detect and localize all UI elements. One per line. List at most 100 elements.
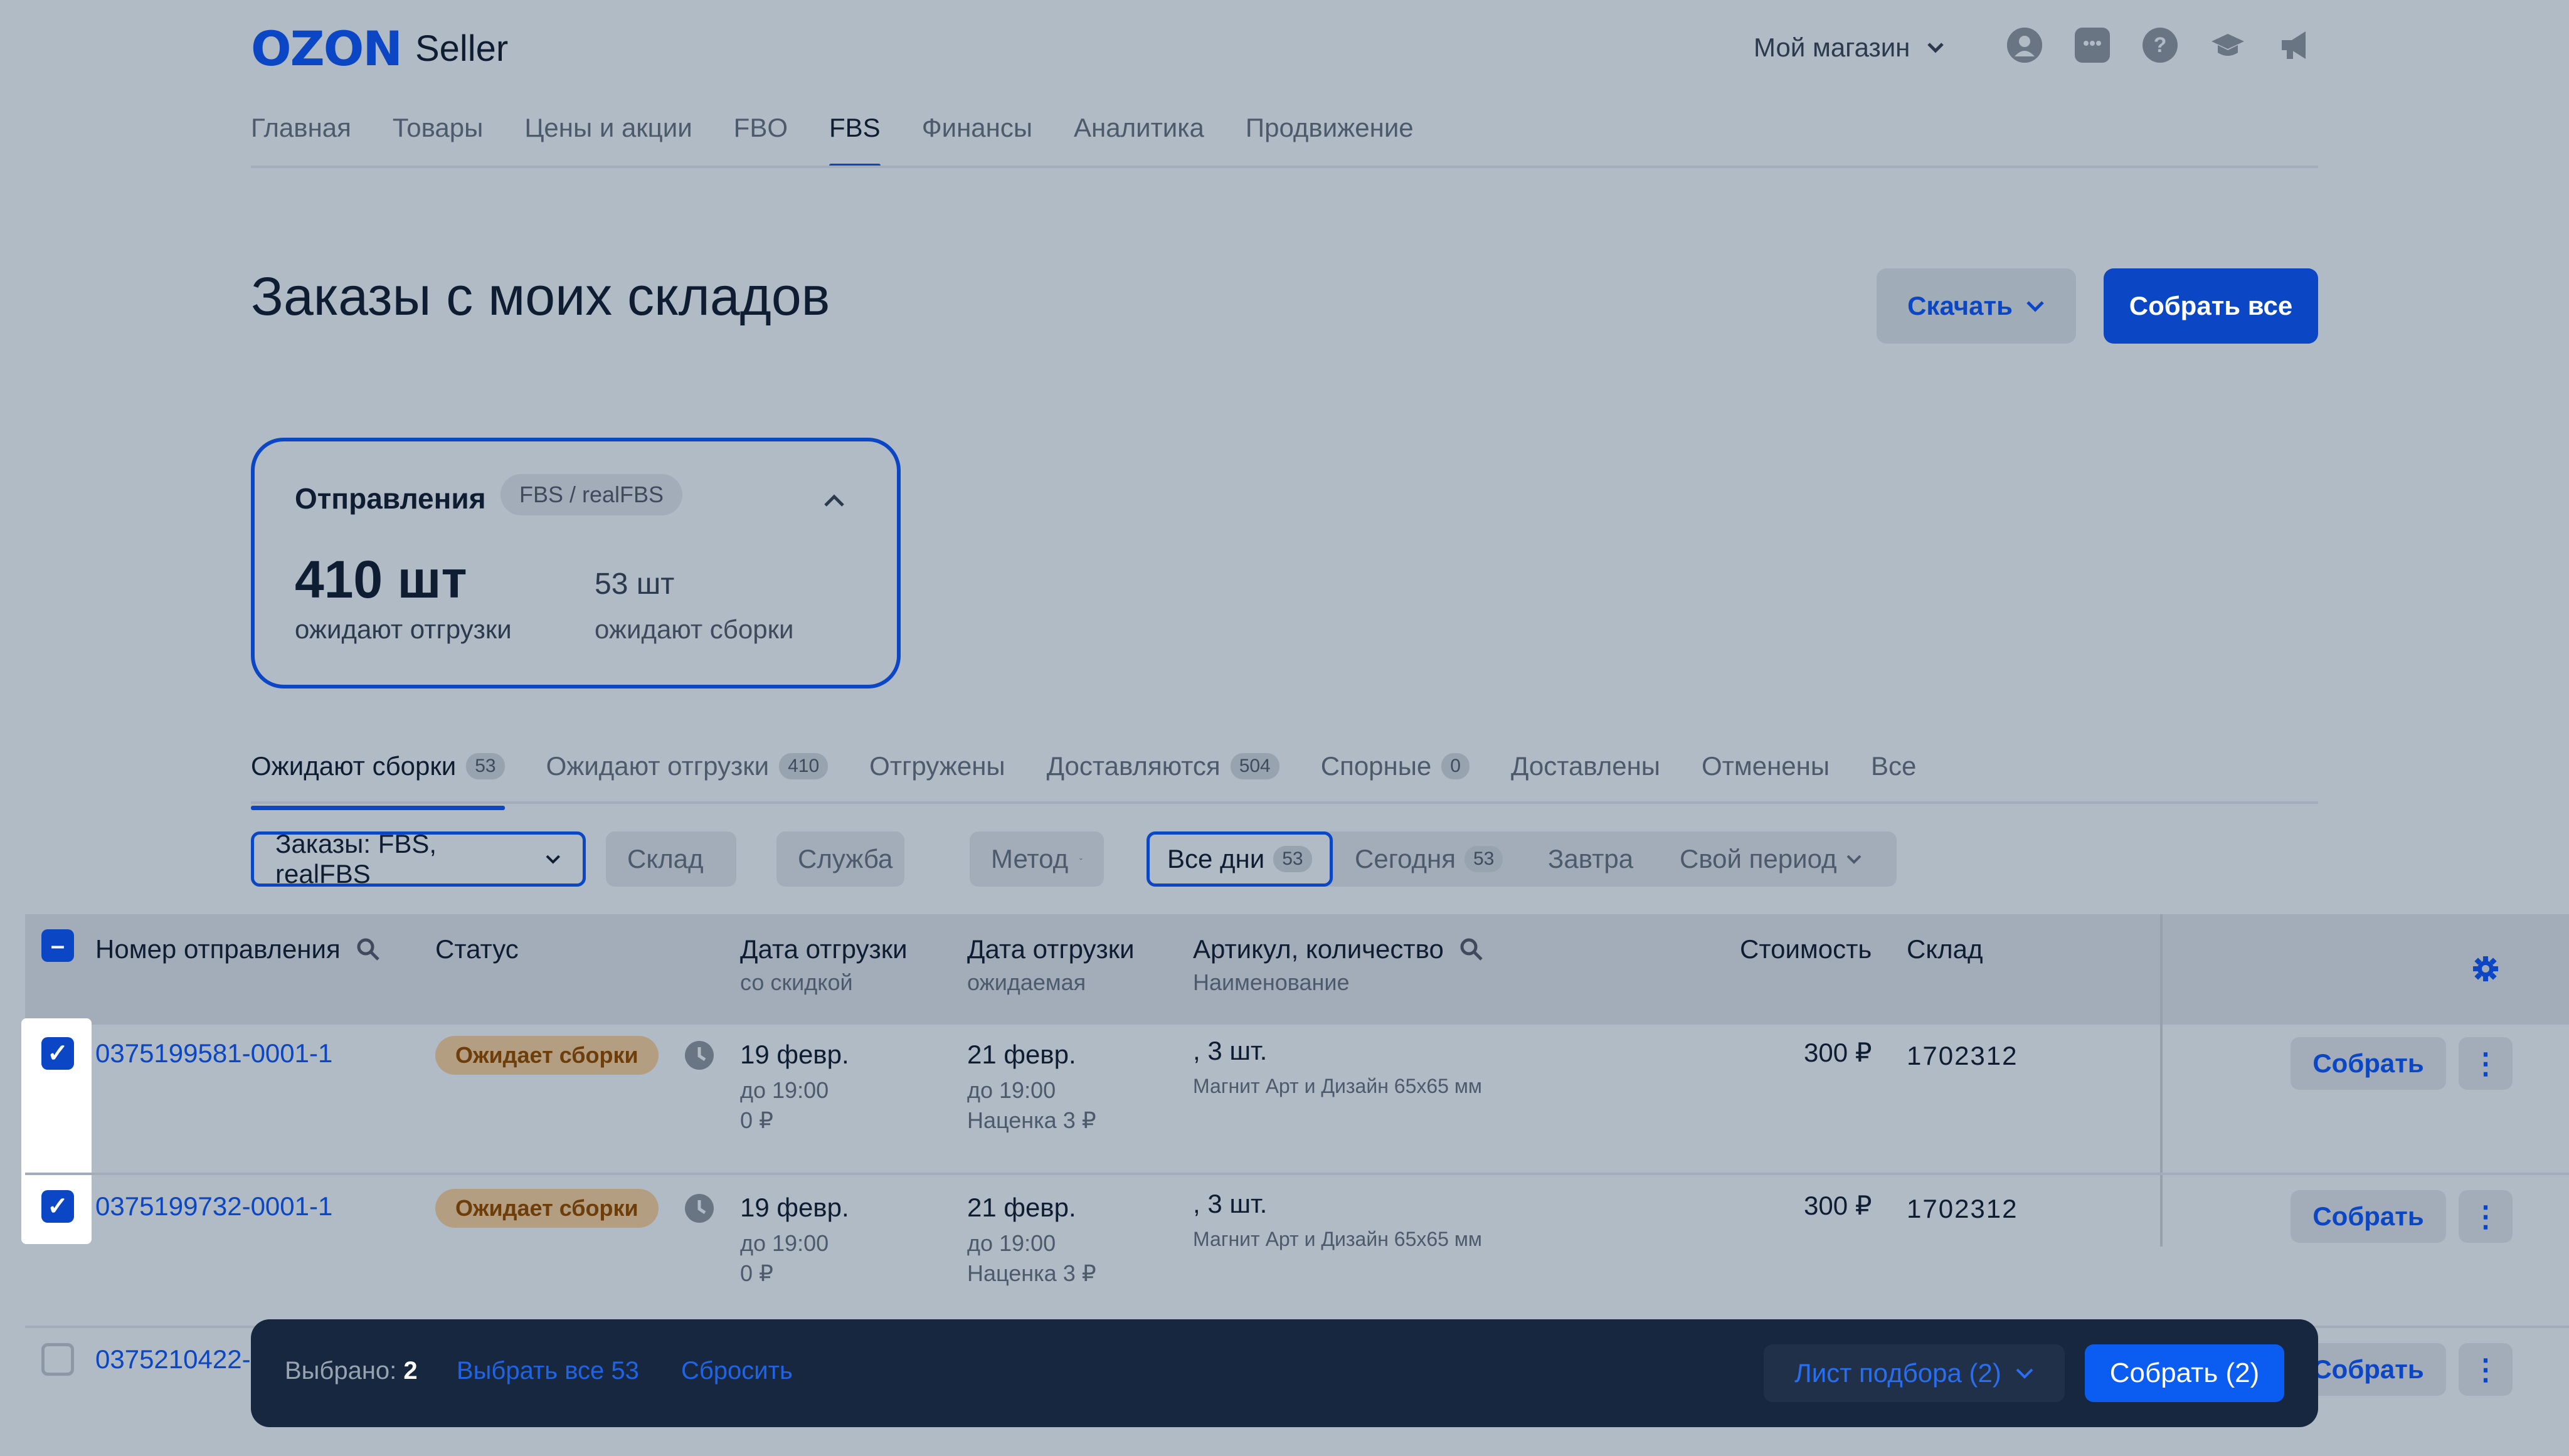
service-filter[interactable]: Служба — [776, 831, 904, 887]
sku-quantity: , 3 шт. — [1193, 1189, 1268, 1218]
column-ship-date-expected: Дата отгрузки — [967, 934, 1135, 964]
column-cost: Стоимость — [1740, 934, 1872, 964]
shipment-number-link[interactable]: 0375210422- — [95, 1344, 251, 1374]
date-filter-today[interactable]: Сегодня 53 — [1355, 831, 1503, 887]
collect-button[interactable]: Собрать — [2291, 1037, 2446, 1090]
store-selector[interactable]: Мой магазин — [1754, 33, 1945, 63]
download-button[interactable]: Скачать — [1877, 268, 2076, 344]
date-filter-count: 53 — [1273, 846, 1312, 872]
clock-icon — [685, 1194, 714, 1223]
awaiting-shipment-label: ожидают отгрузки — [295, 615, 512, 644]
table-column-divider — [2160, 914, 2163, 1247]
nav-item-products[interactable]: Товары — [393, 113, 483, 143]
warehouse-value: 1702312 — [1907, 1194, 2018, 1223]
ship-markup: Наценка 3 ₽ — [967, 1107, 1096, 1133]
chat-icon[interactable] — [2075, 28, 2110, 63]
tab-awaiting-shipment[interactable]: Ожидают отгрузки 410 — [546, 751, 829, 781]
tab-shipped[interactable]: Отгружены — [869, 751, 1005, 781]
nav-item-promotion[interactable]: Продвижение — [1246, 113, 1414, 143]
tab-label: Ожидают отгрузки — [546, 751, 770, 781]
awaiting-assembly-count: 53 шт — [595, 567, 675, 601]
nav-item-prices[interactable]: Цены и акции — [524, 113, 692, 143]
reset-link[interactable]: Сбросить — [681, 1357, 793, 1385]
nav-item-main[interactable]: Главная — [251, 113, 351, 143]
clock-icon — [685, 1041, 714, 1070]
tab-count: 410 — [779, 753, 829, 779]
more-options-icon[interactable]: ⋮ — [2459, 1037, 2513, 1090]
nav-item-fbo[interactable]: FBO — [734, 113, 788, 143]
selected-count: 2 — [403, 1357, 418, 1385]
profile-icon[interactable] — [2007, 28, 2042, 63]
settings-gear-icon[interactable] — [2472, 956, 2499, 982]
tab-label: Доставляются — [1046, 751, 1221, 781]
date-filter-all-days[interactable]: Все дни 53 — [1147, 831, 1333, 887]
tab-delivered[interactable]: Доставлены — [1511, 751, 1660, 781]
awaiting-shipment-count: 410 шт — [295, 550, 467, 609]
date-filter-tomorrow[interactable]: Завтра — [1548, 831, 1633, 887]
ozon-seller-logo[interactable]: OZON Seller — [251, 25, 508, 73]
ship-markup: Наценка 3 ₽ — [967, 1260, 1096, 1286]
shipment-number-link[interactable]: 0375199581-0001-1 — [95, 1038, 332, 1068]
logo-product: Seller — [415, 28, 509, 69]
summary-title: Отправления — [295, 482, 486, 515]
column-warehouse: Склад — [1907, 934, 1983, 964]
method-filter[interactable]: Метод — [970, 831, 1104, 887]
service-filter-label: Служба — [798, 844, 893, 873]
product-name: Магнит Арт и Дизайн 65х65 мм — [1193, 1075, 1482, 1097]
cost-value: 300 ₽ — [1804, 1191, 1872, 1220]
row-checkbox[interactable] — [41, 1343, 74, 1376]
education-icon[interactable] — [2210, 28, 2245, 63]
collect-button[interactable]: Собрать — [2291, 1190, 2446, 1243]
tab-awaiting-assembly[interactable]: Ожидают сборки 53 — [251, 751, 505, 810]
column-sku-qty: Артикул, количество — [1193, 934, 1484, 964]
orders-filter[interactable]: Заказы: FBS, realFBS — [251, 829, 586, 889]
nav-item-finance[interactable]: Финансы — [922, 113, 1032, 143]
shipment-number-link[interactable]: 0375199732-0001-1 — [95, 1191, 332, 1221]
tab-label: Отгружены — [869, 751, 1005, 781]
tab-label: Отменены — [1701, 751, 1830, 781]
product-name: Магнит Арт и Дизайн 65х65 мм — [1193, 1228, 1482, 1250]
ship-time-discount: до 19:00 — [740, 1077, 829, 1103]
ship-date-expected: 21 февр. — [967, 1040, 1076, 1069]
tab-delivering[interactable]: Доставляются 504 — [1047, 751, 1279, 781]
pick-list-button[interactable]: Лист подбора (2) — [1764, 1344, 2065, 1402]
search-icon[interactable] — [1459, 937, 1484, 962]
selection-action-bar: Выбрано: 2 Выбрать все 53 Сбросить Лист … — [251, 1319, 2318, 1427]
ship-date-expected: 21 февр. — [967, 1193, 1076, 1222]
chevron-up-icon[interactable] — [822, 492, 847, 508]
column-label: Номер отправления — [95, 934, 341, 964]
help-icon[interactable]: ? — [2143, 28, 2178, 63]
tab-disputed[interactable]: Спорные 0 — [1321, 751, 1470, 781]
select-all-link[interactable]: Выбрать все 53 — [457, 1357, 639, 1385]
nav-divider — [251, 166, 2318, 168]
collect-all-button[interactable]: Собрать все — [2104, 268, 2318, 344]
sku-quantity: , 3 шт. — [1193, 1036, 1268, 1065]
column-label: Артикул, количество — [1193, 934, 1444, 964]
shipments-summary-card: Отправления FBS / realFBS 410 шт 53 шт о… — [251, 438, 901, 688]
ship-date-discount: 19 февр. — [740, 1040, 849, 1069]
tab-label: Спорные — [1320, 751, 1432, 781]
chevron-down-icon — [1846, 855, 1861, 864]
more-options-icon[interactable]: ⋮ — [2459, 1190, 2513, 1243]
row-checkbox[interactable]: ✓ — [41, 1037, 74, 1070]
date-filter-label: Завтра — [1548, 844, 1634, 873]
method-filter-label: Метод — [991, 844, 1069, 873]
tab-cancelled[interactable]: Отменены — [1702, 751, 1830, 781]
collect-selected-button[interactable]: Собрать (2) — [2085, 1344, 2284, 1402]
row-divider — [25, 1173, 2569, 1175]
date-filter-count: 53 — [1464, 846, 1503, 872]
warehouse-filter[interactable]: Склад — [606, 831, 736, 887]
search-icon[interactable] — [356, 937, 381, 962]
announcement-icon[interactable] — [2278, 28, 2313, 63]
tab-all[interactable]: Все — [1871, 751, 1916, 781]
nav-item-analytics[interactable]: Аналитика — [1074, 113, 1204, 143]
column-shipment-number: Номер отправления — [95, 934, 381, 964]
ship-time-expected: до 19:00 — [967, 1230, 1056, 1256]
row-checkbox[interactable]: ✓ — [41, 1190, 74, 1223]
ship-discount-value: 0 ₽ — [740, 1260, 773, 1286]
date-filter-custom-period[interactable]: Свой период — [1680, 831, 1862, 887]
main-nav: Главная Товары Цены и акции FBO FBS Фина… — [251, 113, 1414, 168]
select-all-checkbox[interactable]: – — [41, 929, 74, 962]
nav-item-fbs[interactable]: FBS — [829, 113, 881, 168]
more-options-icon[interactable]: ⋮ — [2459, 1343, 2513, 1396]
